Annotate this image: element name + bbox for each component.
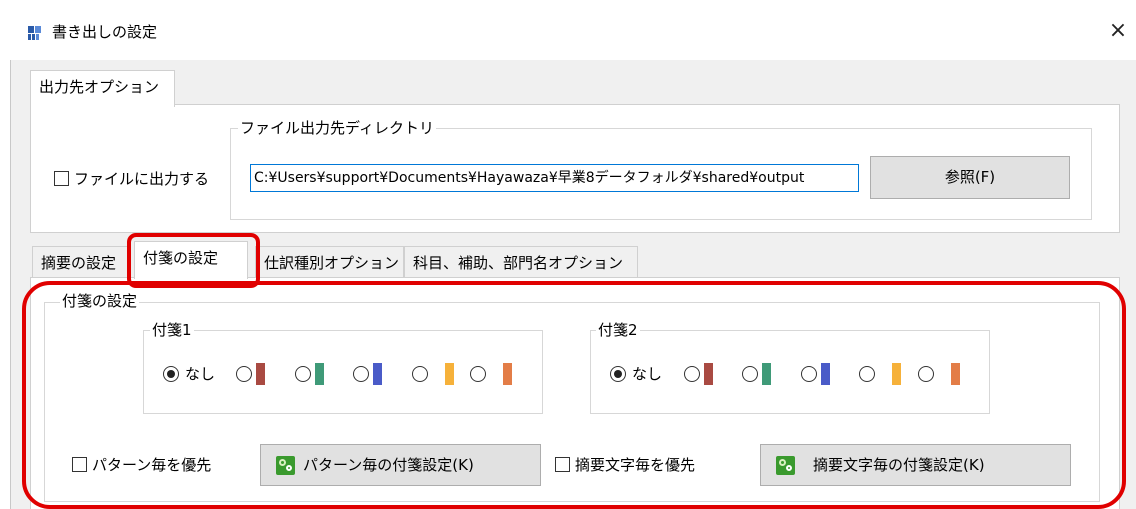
- window-title: 書き出しの設定: [52, 23, 158, 41]
- fusen-panel-highlight: [22, 281, 1126, 509]
- browse-button[interactable]: 参照(F): [870, 156, 1070, 199]
- tab-output-options-label: 出力先オプション: [39, 78, 160, 96]
- output-dir-input[interactable]: C:¥Users¥support¥Documents¥Hayawaza¥早業8デ…: [250, 164, 859, 192]
- tab-account-name-options-label: 科目、補助、部門名オプション: [413, 254, 624, 272]
- tab-fusen-settings[interactable]: 付箋の設定: [134, 241, 248, 279]
- tab-summary-settings-label: 摘要の設定: [41, 254, 117, 272]
- app-icon: [27, 25, 43, 41]
- tab-fusen-settings-label: 付箋の設定: [143, 249, 219, 267]
- output-to-file-checkbox[interactable]: [54, 171, 69, 186]
- close-button[interactable]: ×: [1104, 18, 1132, 46]
- browse-button-label: 参照(F): [944, 168, 996, 186]
- output-dir-group-label: ファイル出力先ディレクトリ: [238, 118, 436, 138]
- tab-journal-type-options-label: 仕訳種別オプション: [264, 254, 400, 272]
- output-to-file-label: ファイルに出力する: [74, 170, 210, 188]
- tab-output-options[interactable]: 出力先オプション: [30, 70, 175, 107]
- tab-account-name-options[interactable]: 科目、補助、部門名オプション: [404, 246, 638, 277]
- tab-journal-type-options[interactable]: 仕訳種別オプション: [255, 246, 404, 277]
- title-bar: 書き出しの設定 ×: [0, 0, 1136, 60]
- tab-summary-settings[interactable]: 摘要の設定: [32, 246, 128, 277]
- close-icon: ×: [1108, 18, 1128, 43]
